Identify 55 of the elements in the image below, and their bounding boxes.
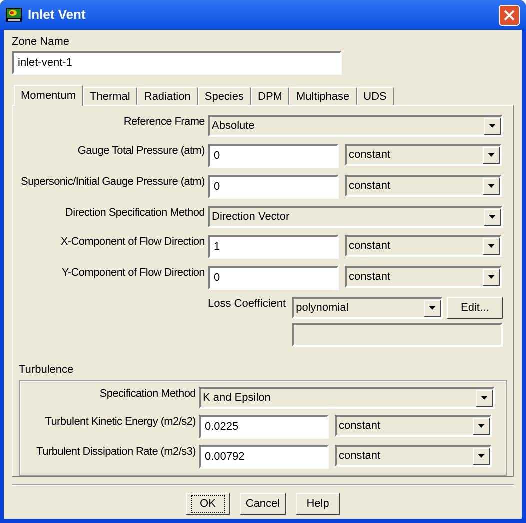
field-label: Turbulent Kinetic Energy (m2/s2) [44,415,196,429]
tab[interactable]: Multiphase [289,87,357,106]
dropdown[interactable]: Absolute [208,115,503,137]
input-field[interactable]: 1 [208,235,339,259]
dropdown[interactable]: constant [345,235,502,257]
app-icon [6,8,22,22]
caret-icon [488,244,495,248]
dialog-button[interactable]: OK [186,493,230,515]
field-label: Reference Frame [122,115,205,129]
tab[interactable]: DPM [251,87,290,106]
field-label: Y-Component of Flow Direction [60,266,205,280]
caret-icon [488,153,495,157]
dialog-button[interactable]: Help [296,493,340,515]
caret-icon [429,306,436,310]
dropdown[interactable]: constant [345,175,502,197]
caret-icon [478,424,485,428]
dropdown[interactable]: constant [345,266,502,288]
field-label: Loss Coefficient [208,297,286,311]
edit-button[interactable]: Edit... [447,297,504,319]
caret-icon [478,454,485,458]
caret-icon [489,215,496,219]
tab[interactable]: Radiation [137,87,198,106]
dropdown[interactable]: polynomial [292,297,444,319]
caret-icon [489,124,496,128]
zone-name-label: Zone Name [12,36,70,49]
dropdown[interactable]: K and Epsilon [199,387,495,409]
tab[interactable]: Species [198,87,251,106]
close-icon [504,10,515,20]
field-label: Specification Method [98,387,196,401]
dropdown[interactable]: constant [335,445,492,467]
input-field[interactable]: 0 [208,144,339,168]
turbulence-label: Turbulence [19,364,75,377]
tab[interactable]: Momentum [14,85,84,106]
dropdown[interactable]: Direction Vector [208,206,503,228]
field-label: Turbulent Dissipation Rate (m2/s3) [36,445,196,459]
caret-icon [488,184,495,188]
field-label: Supersonic/Initial Gauge Pressure (atm) [20,175,205,189]
field-label: Direction Specification Method [64,206,205,220]
window-title: Inlet Vent [28,6,87,24]
input-field[interactable]: 0 [208,266,339,290]
tab[interactable]: UDS [356,87,394,106]
field-label: X-Component of Flow Direction [60,235,205,249]
dropdown[interactable]: constant [345,144,502,166]
dropdown[interactable]: constant [335,415,492,437]
field-label: Gauge Total Pressure (atm) [76,144,205,158]
input-field[interactable]: 0 [208,175,339,199]
close-button[interactable] [499,4,520,26]
zone-name-field[interactable]: inlet-vent-1 [12,51,342,75]
caret-icon [488,275,495,279]
input-field[interactable]: 0.00792 [199,445,329,469]
input-field[interactable]: 0.0225 [199,415,329,439]
tab[interactable]: Thermal [83,87,138,106]
dialog-button[interactable]: Cancel [240,493,286,515]
caret-icon [481,396,488,400]
input-field[interactable] [292,323,504,347]
